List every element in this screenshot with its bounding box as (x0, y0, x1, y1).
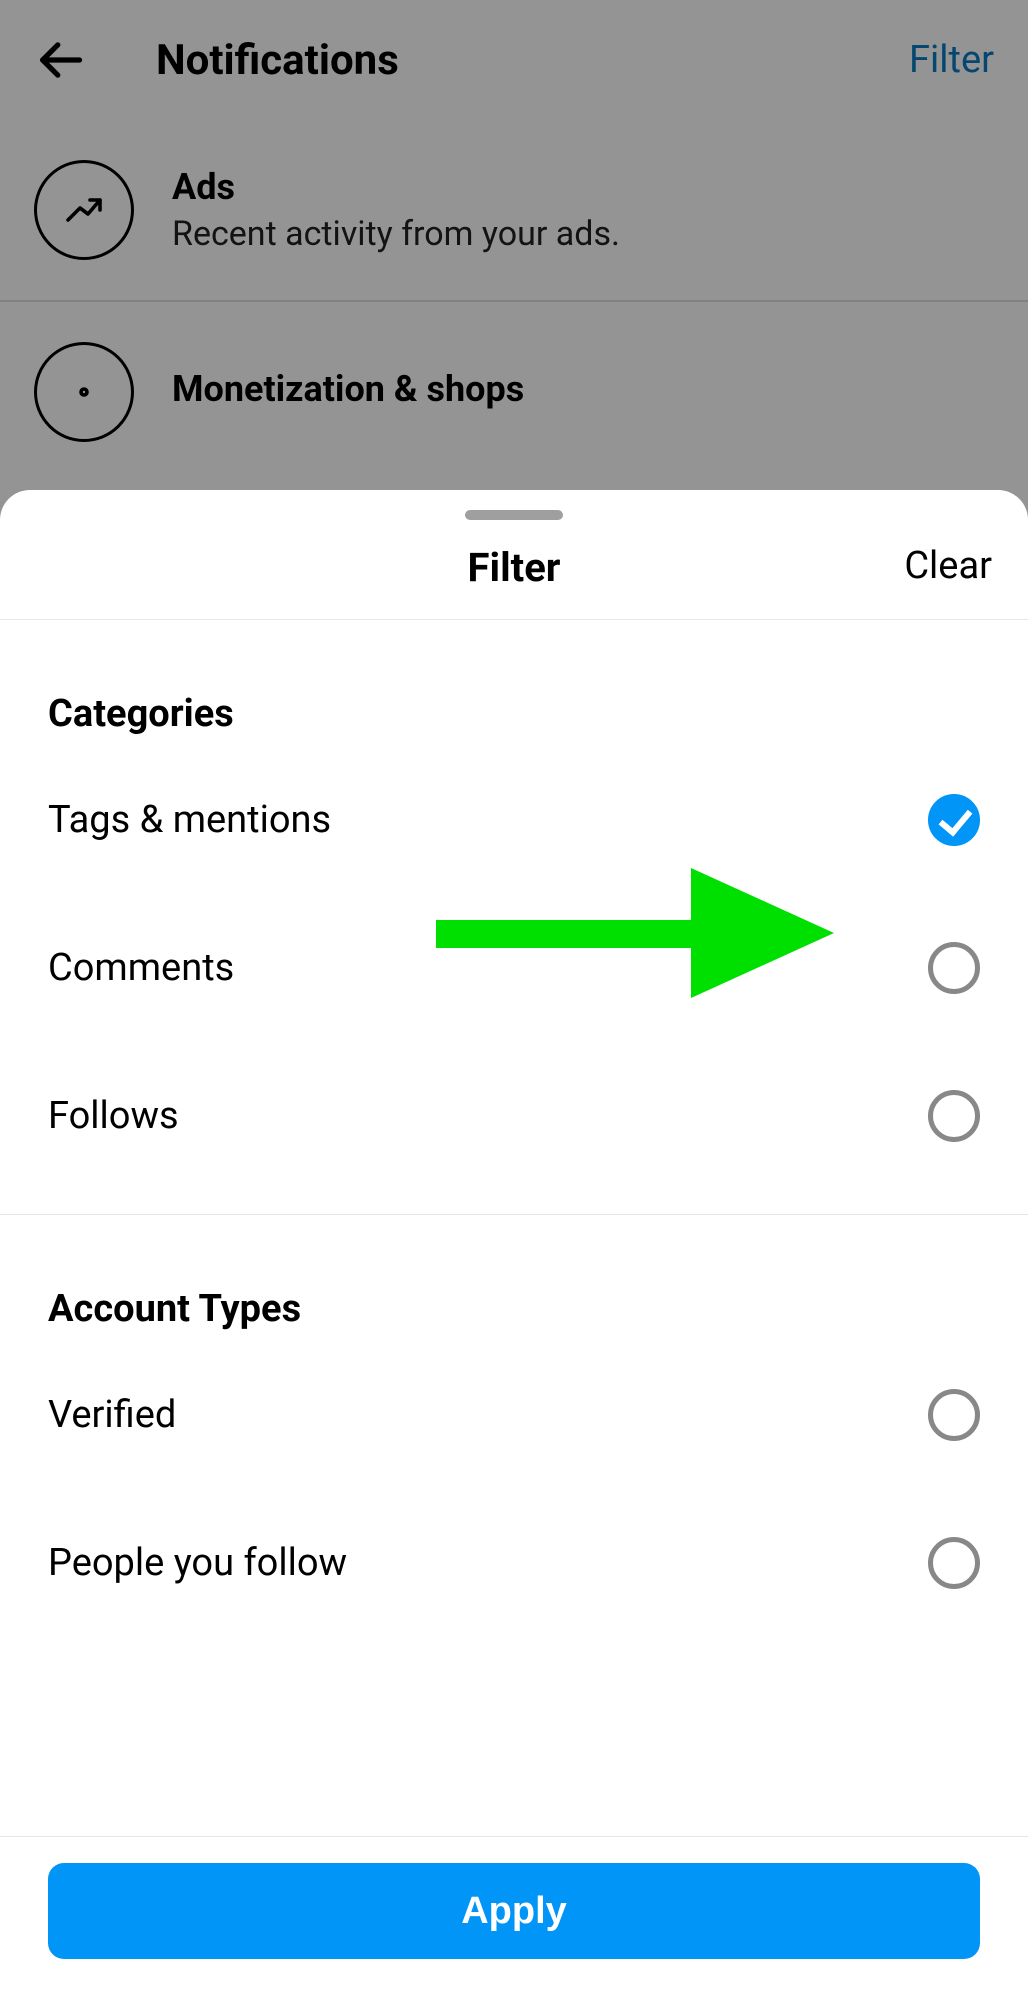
apply-bar: Apply (0, 1836, 1028, 1999)
option-label: Comments (48, 946, 234, 990)
radio-unchecked-icon[interactable] (928, 1090, 980, 1142)
clear-button[interactable]: Clear (904, 544, 992, 588)
filter-option-tags-mentions[interactable]: Tags & mentions (48, 746, 980, 894)
filter-option-comments[interactable]: Comments (48, 894, 980, 1042)
sheet-title: Filter (468, 544, 561, 591)
option-label: Tags & mentions (48, 798, 331, 842)
filter-option-people-you-follow[interactable]: People you follow (48, 1489, 980, 1637)
radio-checked-icon[interactable] (928, 794, 980, 846)
filter-section-account-types: Account Types Verified People you follow (0, 1215, 1028, 1637)
option-label: Verified (48, 1393, 176, 1437)
radio-unchecked-icon[interactable] (928, 1389, 980, 1441)
radio-unchecked-icon[interactable] (928, 942, 980, 994)
sheet-drag-handle[interactable] (465, 510, 563, 520)
section-header: Categories (48, 620, 980, 746)
filter-option-follows[interactable]: Follows (48, 1042, 980, 1190)
option-label: People you follow (48, 1541, 347, 1585)
option-label: Follows (48, 1094, 179, 1138)
radio-unchecked-icon[interactable] (928, 1537, 980, 1589)
sheet-body: Categories Tags & mentions Comments Foll… (0, 620, 1028, 1836)
section-header: Account Types (48, 1215, 980, 1341)
sheet-header: Filter Clear (0, 534, 1028, 620)
filter-option-verified[interactable]: Verified (48, 1341, 980, 1489)
filter-sheet: Filter Clear Categories Tags & mentions … (0, 490, 1028, 1999)
filter-section-categories: Categories Tags & mentions Comments Foll… (0, 620, 1028, 1190)
apply-button[interactable]: Apply (48, 1863, 980, 1959)
